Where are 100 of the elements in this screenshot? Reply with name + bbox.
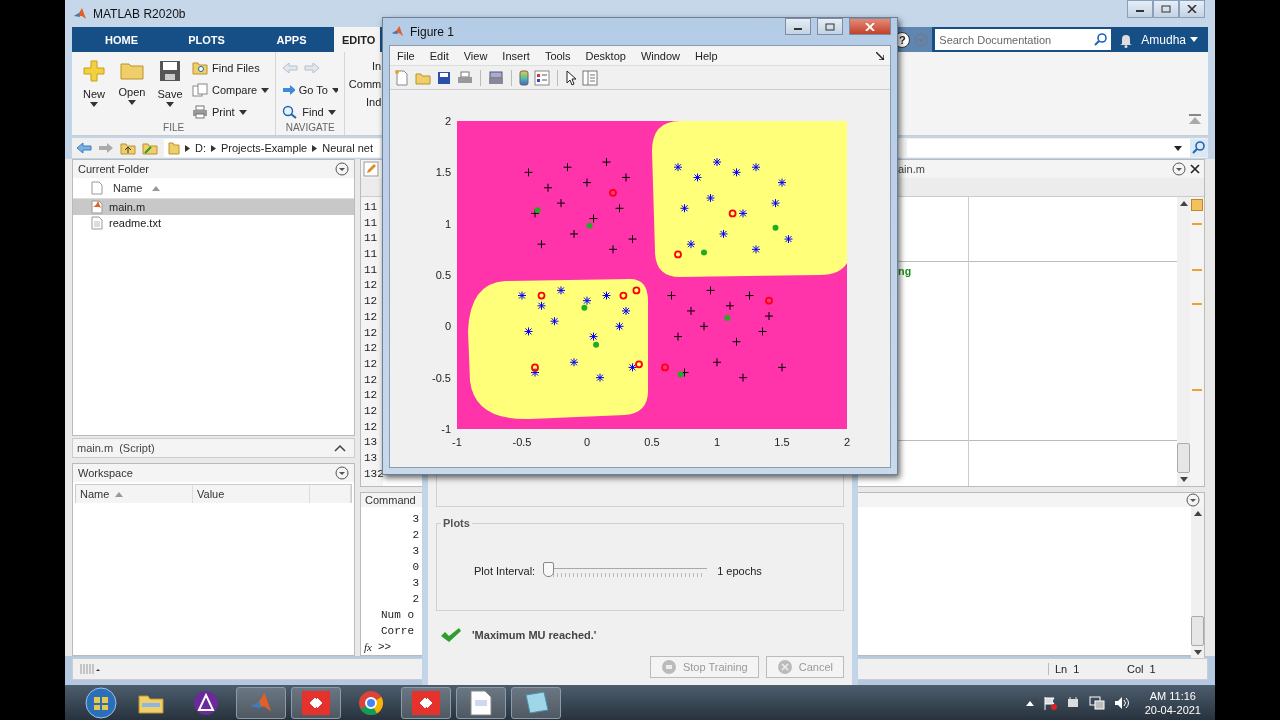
panel-menu-icon[interactable] bbox=[1172, 162, 1186, 176]
clock-date[interactable]: 20-04-2021 bbox=[1144, 702, 1201, 717]
folder-search-icon bbox=[192, 61, 208, 75]
plus-marker bbox=[530, 208, 540, 218]
user-menu[interactable]: Amudha bbox=[1141, 27, 1208, 52]
search-icon[interactable] bbox=[1091, 29, 1112, 50]
scrollbar-thumb[interactable] bbox=[1191, 616, 1204, 646]
slider-thumb[interactable] bbox=[543, 562, 555, 577]
panel-menu-icon[interactable] bbox=[1186, 493, 1200, 507]
close-button[interactable] bbox=[849, 18, 891, 35]
line-number: 11 bbox=[363, 263, 379, 278]
close-icon[interactable] bbox=[1190, 164, 1200, 174]
menu-item[interactable]: View bbox=[463, 49, 503, 62]
column-header[interactable]: Name bbox=[113, 182, 143, 194]
scrollbar-thumb[interactable] bbox=[1177, 443, 1190, 473]
circle-marker bbox=[619, 291, 628, 300]
taskbar-app[interactable] bbox=[456, 686, 506, 719]
pointer-icon[interactable] bbox=[565, 69, 577, 86]
toolstrip-button-label[interactable]: Comm bbox=[348, 78, 382, 90]
file-row[interactable]: readme.txt bbox=[73, 215, 354, 231]
menu-item[interactable]: Help bbox=[695, 49, 733, 62]
path-segment[interactable]: Projects-Example bbox=[221, 142, 308, 154]
path-segment[interactable]: Neural net bbox=[322, 142, 373, 154]
command-prompt[interactable]: >> bbox=[377, 639, 392, 655]
toolstrip-button[interactable]: Find bbox=[282, 102, 339, 122]
network-icon[interactable] bbox=[1088, 695, 1105, 710]
pencil-icon[interactable] bbox=[363, 161, 379, 177]
line-number: 12 bbox=[363, 295, 379, 310]
search-icon[interactable] bbox=[1190, 139, 1208, 157]
details-bar[interactable]: main.m (Script) bbox=[72, 438, 355, 459]
chevron-up-icon[interactable] bbox=[334, 444, 346, 453]
legend-icon[interactable] bbox=[534, 69, 550, 86]
property-editor-icon[interactable] bbox=[582, 69, 598, 86]
scroll-up-icon[interactable] bbox=[1193, 511, 1202, 516]
console-line: Num o bbox=[380, 608, 414, 623]
scroll-up-icon[interactable] bbox=[1179, 201, 1188, 206]
menu-item[interactable]: Window bbox=[640, 49, 696, 62]
flag-icon[interactable] bbox=[1042, 695, 1057, 710]
ribbon-tab[interactable]: PLOTS bbox=[164, 27, 249, 52]
ribbon-tab[interactable]: APPS bbox=[249, 27, 334, 52]
taskbar-app[interactable] bbox=[291, 686, 341, 719]
toolstrip-button[interactable]: Find Files bbox=[192, 58, 270, 78]
maximize-button[interactable] bbox=[817, 18, 843, 35]
scrollbar[interactable] bbox=[1191, 507, 1204, 659]
toolstrip-button[interactable]: Open bbox=[116, 56, 148, 122]
line-number: 12 bbox=[363, 342, 379, 357]
menu-item[interactable]: Desktop bbox=[585, 49, 641, 62]
toolstrip-button[interactable]: Go To bbox=[282, 80, 339, 100]
start-button[interactable] bbox=[85, 686, 117, 719]
plot-interval-slider[interactable] bbox=[543, 562, 710, 580]
tray-arrow-icon[interactable] bbox=[1025, 699, 1034, 706]
browse-folder-icon[interactable] bbox=[142, 141, 158, 155]
column-header[interactable]: Name bbox=[76, 485, 193, 504]
collapse-icon[interactable] bbox=[1188, 113, 1202, 125]
dock-arrow-icon[interactable] bbox=[876, 51, 884, 60]
menu-item[interactable]: Insert bbox=[502, 49, 545, 62]
device-icon[interactable] bbox=[1065, 695, 1080, 710]
up-folder-icon[interactable] bbox=[120, 141, 136, 155]
toolstrip-button[interactable]: New bbox=[78, 56, 110, 122]
clock-time[interactable]: AM 11:16 bbox=[1149, 688, 1196, 703]
search-field[interactable]: Search Documentation bbox=[935, 29, 1092, 50]
minimize-button[interactable] bbox=[785, 18, 811, 35]
toolstrip-button[interactable]: Compare bbox=[192, 80, 270, 100]
tick-label: -0.5 bbox=[512, 436, 532, 448]
toolstrip-button-label[interactable]: In bbox=[372, 60, 382, 72]
function-browser-button[interactable]: fx bbox=[364, 639, 372, 655]
speaker-icon[interactable] bbox=[1113, 695, 1130, 710]
panel-menu-icon[interactable] bbox=[335, 466, 349, 481]
print-preview-icon[interactable] bbox=[488, 69, 504, 86]
ribbon-tab[interactable]: EDITO bbox=[334, 27, 380, 52]
panel-menu-icon[interactable] bbox=[335, 162, 349, 176]
scroll-down-icon[interactable] bbox=[1179, 477, 1188, 482]
file-row[interactable]: main.m bbox=[73, 199, 354, 215]
menu-item[interactable]: File bbox=[397, 49, 430, 62]
menu-item[interactable]: Tools bbox=[544, 49, 586, 62]
close-button[interactable] bbox=[1179, 0, 1205, 18]
toolstrip-button-label[interactable]: Ind bbox=[365, 96, 382, 108]
toolstrip-button[interactable]: Print bbox=[192, 102, 270, 122]
back-arrow-icon[interactable] bbox=[76, 142, 92, 154]
ribbon-tab[interactable]: HOME bbox=[79, 27, 164, 52]
toolstrip-button[interactable]: Save bbox=[154, 56, 186, 122]
column-header[interactable]: Value bbox=[193, 485, 310, 504]
colorbar-icon[interactable] bbox=[519, 69, 529, 86]
taskbar-app[interactable] bbox=[401, 686, 451, 719]
printer-icon[interactable] bbox=[457, 69, 473, 86]
menu-item[interactable]: Edit bbox=[429, 49, 464, 62]
path-field[interactable]: D: Projects-Example Neural net bbox=[164, 139, 380, 157]
scroll-down-icon[interactable] bbox=[1193, 650, 1202, 655]
path-segment[interactable]: D: bbox=[195, 142, 206, 154]
circle-marker bbox=[674, 250, 682, 259]
save-icon[interactable] bbox=[436, 69, 452, 86]
editor-tab[interactable]: ain.m bbox=[898, 163, 1172, 175]
window-title: Figure 1 bbox=[410, 24, 455, 39]
scrollbar[interactable] bbox=[1177, 197, 1190, 486]
triangle-logo-icon bbox=[193, 689, 219, 716]
star-marker bbox=[686, 239, 696, 249]
minimize-button[interactable] bbox=[1127, 0, 1153, 18]
tick-label: 1.5 bbox=[435, 166, 451, 179]
panel-title: Current Folder bbox=[78, 163, 149, 175]
script-file-icon bbox=[91, 200, 103, 214]
